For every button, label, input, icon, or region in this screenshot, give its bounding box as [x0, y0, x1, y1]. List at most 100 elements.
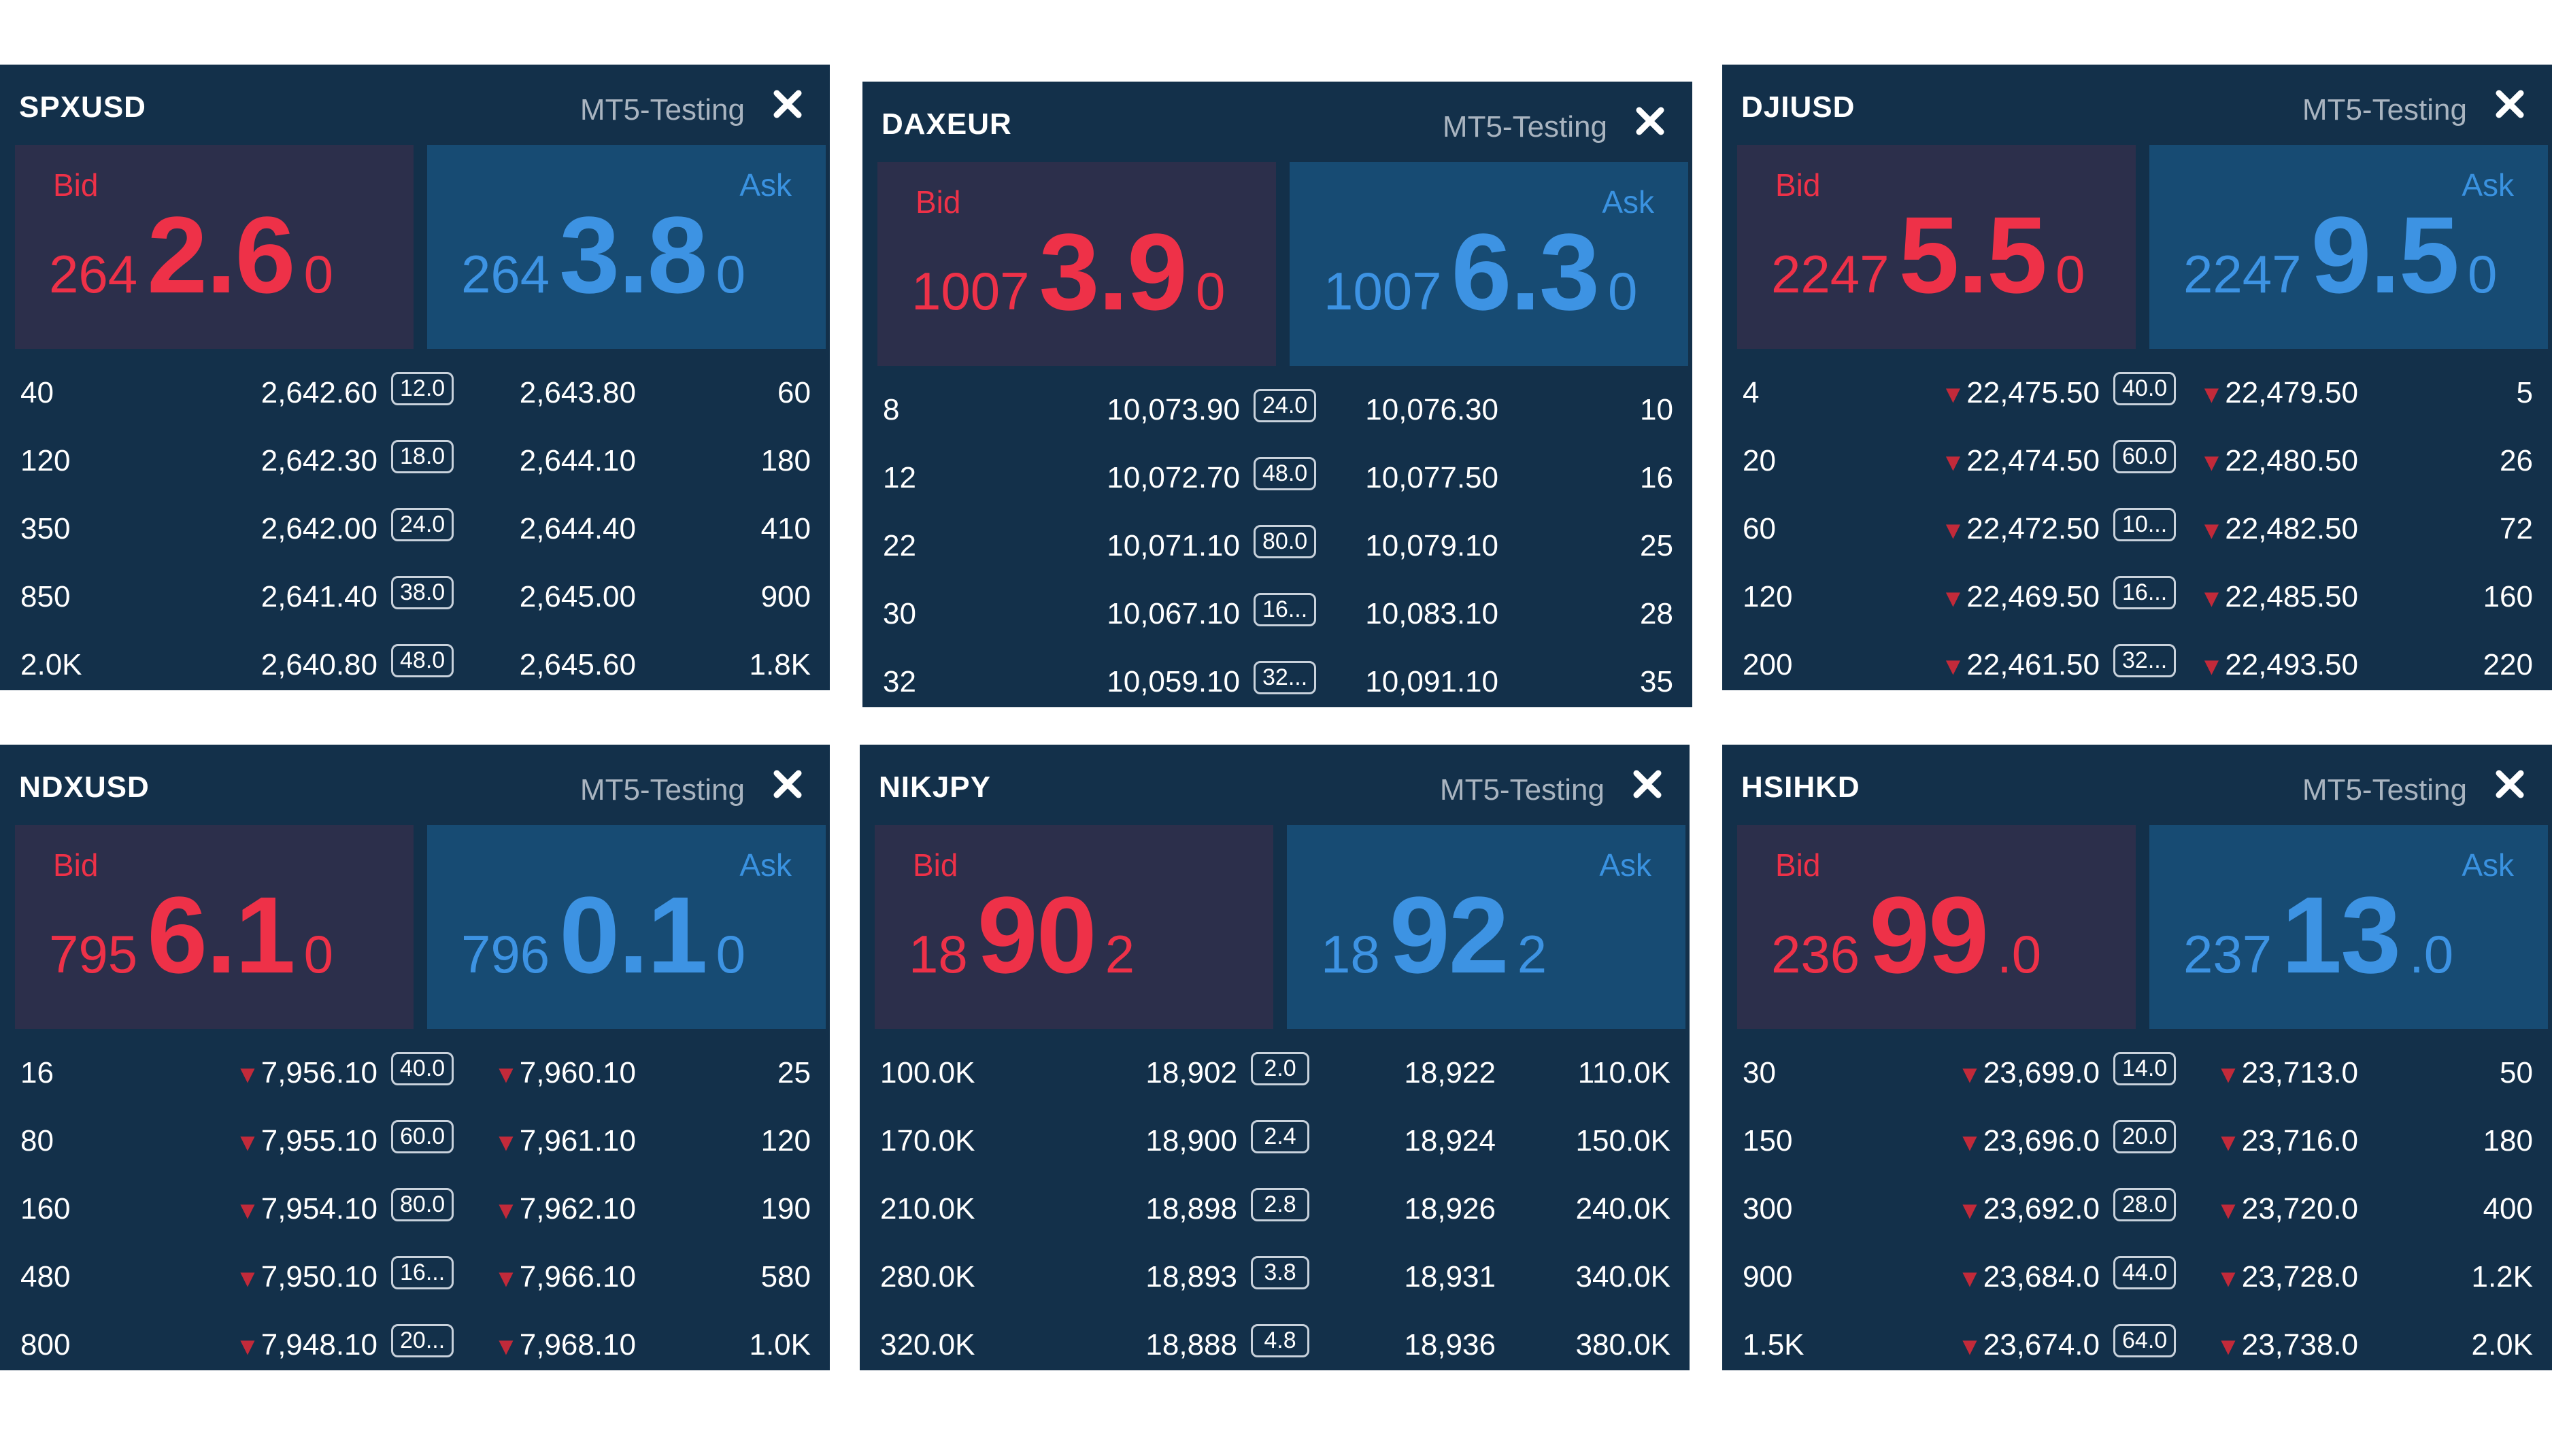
close-icon[interactable] [2489, 84, 2530, 124]
ask-volume: 26 [2500, 444, 2533, 477]
bid-price-value: 23,684.0 [1983, 1260, 2100, 1293]
down-triangle-icon: ▼ [494, 1332, 518, 1360]
ask-price: 7960.1 0 [461, 873, 745, 998]
symbol-name: NIKJPY [879, 771, 991, 804]
server-name: MT5-Testing [2302, 93, 2467, 126]
depth-row[interactable]: 1.5K ▼23,674.0 64.0 ▼23,738.0 2.0K [1722, 1309, 2552, 1377]
depth-row[interactable]: 80 ▼7,955.10 60.0 ▼7,961.10 120 [0, 1105, 830, 1173]
bid-price-level: ▼23,684.0 [1958, 1260, 2100, 1294]
sell-button[interactable]: Bid 23699.0 [1737, 825, 2136, 1029]
ask-price-value: 23,728.0 [2241, 1260, 2358, 1293]
panel-header: SPXUSD MT5-Testing [0, 65, 830, 145]
close-icon[interactable] [2489, 764, 2530, 805]
bid-price-level: 18,888 [1145, 1328, 1237, 1362]
symbol-name: NDXUSD [19, 771, 150, 804]
down-triangle-icon: ▼ [235, 1264, 260, 1292]
depth-row[interactable]: 60 ▼22,472.50 10... ▼22,482.50 72 [1722, 493, 2552, 561]
spread-badge: 60.0 [391, 1120, 454, 1153]
depth-row[interactable]: 22 10,071.10 80.0 10,079.10 25 [862, 510, 1692, 578]
panel-header: NIKJPY MT5-Testing [860, 745, 1690, 825]
close-icon[interactable] [1627, 764, 1668, 805]
down-triangle-icon: ▼ [1958, 1060, 1982, 1088]
depth-row[interactable]: 800 ▼7,948.10 20... ▼7,968.10 1.0K [0, 1309, 830, 1377]
sell-button[interactable]: Bid 10073.9 0 [877, 162, 1276, 366]
depth-row[interactable]: 170.0K 18,900 2.4 18,924 150.0K [860, 1105, 1690, 1173]
depth-row[interactable]: 850 2,641.40 38.0 2,645.00 900 [0, 561, 830, 629]
bid-price-value: 18,893 [1145, 1260, 1237, 1293]
bid-price-suffix: 0 [303, 924, 333, 984]
sell-button[interactable]: Bid 2642.6 0 [15, 145, 414, 349]
buy-button[interactable]: Ask 2643.8 0 [427, 145, 826, 349]
depth-row[interactable]: 320.0K 18,888 4.8 18,936 380.0K [860, 1309, 1690, 1377]
ask-price-suffix: 0 [1607, 261, 1638, 321]
ask-price-value: 18,931 [1404, 1260, 1496, 1293]
depth-row[interactable]: 160 ▼7,954.10 80.0 ▼7,962.10 190 [0, 1173, 830, 1241]
depth-row[interactable]: 32 10,059.10 32... 10,091.10 35 [862, 646, 1692, 714]
quote-panel-nikjpy: NIKJPY MT5-Testing Bid 18902 Ask 18922 [860, 745, 1690, 1370]
spread-badge: 20... [391, 1324, 454, 1357]
ask-price: 23713.0 [2183, 873, 2453, 998]
depth-row[interactable]: 350 2,642.00 24.0 2,644.40 410 [0, 493, 830, 561]
depth-row[interactable]: 120 2,642.30 18.0 2,644.10 180 [0, 425, 830, 493]
buy-button[interactable]: Ask 7960.1 0 [427, 825, 826, 1029]
ask-price-prefix: 264 [461, 244, 550, 304]
bid-price-level: 18,902 [1145, 1056, 1237, 1090]
buy-button[interactable]: Ask 10076.3 0 [1290, 162, 1688, 366]
depth-row[interactable]: 480 ▼7,950.10 16... ▼7,966.10 580 [0, 1241, 830, 1309]
down-triangle-icon: ▼ [2216, 1060, 2240, 1088]
bid-price-value: 10,059.10 [1107, 665, 1240, 698]
depth-row[interactable]: 16 ▼7,956.10 40.0 ▼7,960.10 25 [0, 1037, 830, 1105]
bid-price-value: 2,642.30 [261, 444, 377, 477]
close-icon[interactable] [767, 84, 808, 124]
ask-volume: 50 [2500, 1056, 2533, 1089]
depth-row[interactable]: 150 ▼23,696.0 20.0 ▼23,716.0 180 [1722, 1105, 2552, 1173]
depth-row[interactable]: 8 10,073.90 24.0 10,076.30 10 [862, 374, 1692, 442]
ask-price-value: 10,077.50 [1365, 461, 1498, 494]
depth-row[interactable]: 900 ▼23,684.0 44.0 ▼23,728.0 1.2K [1722, 1241, 2552, 1309]
ask-price-level: 2,644.40 [520, 512, 636, 546]
ask-price-level: ▼23,728.0 [2216, 1260, 2358, 1294]
bid-price-level: ▼23,674.0 [1958, 1328, 2100, 1362]
spread-badge: 12.0 [391, 372, 454, 405]
buy-button[interactable]: Ask 23713.0 [2149, 825, 2548, 1029]
sell-button[interactable]: Bid 22475.5 0 [1737, 145, 2136, 349]
depth-row[interactable]: 210.0K 18,898 2.8 18,926 240.0K [860, 1173, 1690, 1241]
ask-price-level: 18,926 [1404, 1192, 1496, 1226]
sell-button[interactable]: Bid 1890 2 [875, 825, 1273, 1029]
close-icon[interactable] [767, 764, 808, 805]
depth-row[interactable]: 30 ▼23,699.0 14.0 ▼23,713.0 50 [1722, 1037, 2552, 1105]
bid-price-prefix: 2247 [1771, 244, 1890, 304]
ask-price-value: 2,645.00 [519, 580, 636, 613]
depth-row[interactable]: 100.0K 18,902 2.0 18,922 110.0K [860, 1037, 1690, 1105]
ask-volume: 5 [2516, 376, 2533, 409]
buy-button[interactable]: Ask 1892 2 [1287, 825, 1685, 1029]
bid-price-level: ▼7,950.10 [235, 1260, 377, 1294]
ask-price-level: 18,924 [1404, 1124, 1496, 1158]
ask-volume: 1.0K [749, 1328, 811, 1361]
ask-price-value: 7,966.10 [519, 1260, 636, 1293]
depth-row[interactable]: 30 10,067.10 16... 10,083.10 28 [862, 578, 1692, 646]
sell-button[interactable]: Bid 7956.1 0 [15, 825, 414, 1029]
depth-row[interactable]: 200 ▼22,461.50 32... ▼22,493.50 220 [1722, 629, 2552, 697]
depth-row[interactable]: 300 ▼23,692.0 28.0 ▼23,720.0 400 [1722, 1173, 2552, 1241]
ask-price-level: 2,645.00 [520, 580, 636, 614]
buy-button[interactable]: Ask 22479.5 0 [2149, 145, 2548, 349]
bid-price-level: 18,898 [1145, 1192, 1237, 1226]
bid-price-value: 7,956.10 [261, 1056, 377, 1089]
depth-row[interactable]: 280.0K 18,893 3.8 18,931 340.0K [860, 1241, 1690, 1309]
depth-row[interactable]: 12 10,072.70 48.0 10,077.50 16 [862, 442, 1692, 510]
ask-price-value: 22,482.50 [2225, 512, 2358, 545]
depth-row[interactable]: 4 ▼22,475.50 40.0 ▼22,479.50 5 [1722, 357, 2552, 425]
spread-badge: 20.0 [2113, 1120, 2177, 1153]
bid-volume: 30 [883, 597, 916, 630]
spread-badge: 38.0 [391, 576, 454, 609]
close-icon[interactable] [1630, 101, 1670, 141]
depth-row[interactable]: 20 ▼22,474.50 60.0 ▼22,480.50 26 [1722, 425, 2552, 493]
depth-row[interactable]: 2.0K 2,640.80 48.0 2,645.60 1.8K [0, 629, 830, 697]
ask-volume: 410 [760, 512, 811, 545]
depth-row[interactable]: 120 ▼22,469.50 16... ▼22,485.50 160 [1722, 561, 2552, 629]
ask-label: Ask [739, 167, 792, 203]
bid-price-value: 23,696.0 [1983, 1124, 2100, 1157]
depth-row[interactable]: 40 2,642.60 12.0 2,643.80 60 [0, 357, 830, 425]
ask-price-big: 3.8 [559, 194, 707, 316]
